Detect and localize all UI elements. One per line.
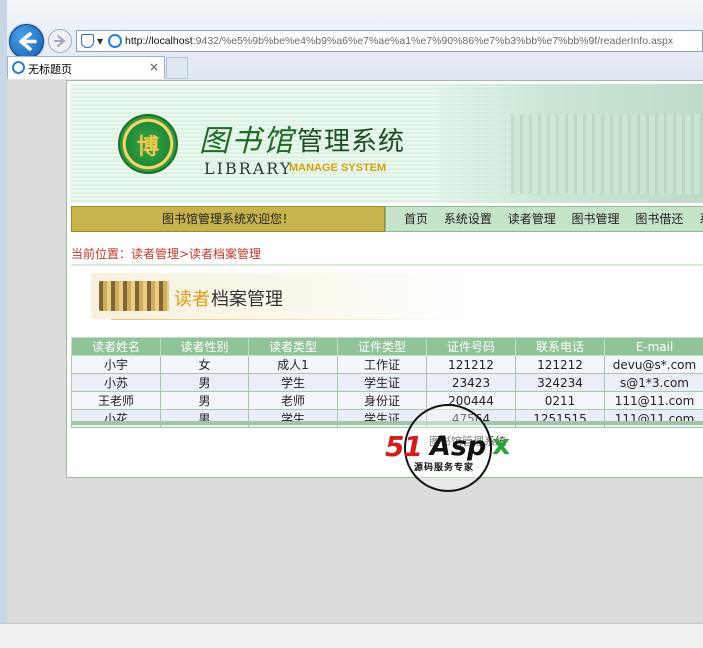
- watermark-51: 51: [385, 430, 422, 463]
- section-underline: [111, 319, 461, 320]
- menu-item-system[interactable]: 系统: [699, 207, 703, 231]
- library-seal-logo: 博: [118, 114, 178, 174]
- cell-gender: 男: [161, 392, 249, 410]
- cell-name: 小苏: [72, 374, 161, 392]
- cell-gender: 女: [161, 356, 249, 374]
- cell-id-type: 工作证: [338, 356, 427, 374]
- section-header: 读者 档案管理: [91, 273, 471, 319]
- chevron-down-icon[interactable]: ▼: [97, 37, 103, 46]
- cell-id-number: 23423: [427, 374, 516, 392]
- close-icon[interactable]: ×: [149, 60, 159, 74]
- status-bar: [0, 623, 703, 648]
- url-text[interactable]: http://localhost:9432/%e5%9b%be%e4%b9%a6…: [125, 35, 673, 47]
- menu-item-readers[interactable]: 读者管理: [508, 207, 556, 231]
- cell-phone: 324234: [516, 374, 605, 392]
- cell-type: 成人1: [249, 356, 338, 374]
- ie-tab-icon: [12, 61, 25, 74]
- section-title-highlight: 读者: [174, 285, 210, 311]
- table-row[interactable]: 王老师 男 老师 身份证 200444 0211 111@11.com: [72, 392, 703, 410]
- col-header-name: 读者姓名: [72, 338, 161, 356]
- col-header-gender: 读者性别: [161, 338, 249, 356]
- cell-email: 111@11.com: [605, 392, 703, 410]
- cell-phone: 121212: [516, 356, 605, 374]
- cell-type: 老师: [249, 392, 338, 410]
- menu-item-home[interactable]: 首页: [404, 207, 428, 231]
- nav-bar: 图书馆管理系统欢迎您！ 首页 系统设置 读者管理 图书管理 图书借还 系统: [71, 206, 703, 232]
- menu-item-books[interactable]: 图书管理: [572, 207, 620, 231]
- welcome-text: 图书馆管理系统欢迎您！: [71, 206, 385, 232]
- table-row[interactable]: 小苏 男 学生 学生证 23423 324234 s@1*3.com: [72, 374, 703, 392]
- web-page: 博 图书馆 管理系统 LIBRARY MANAGE SYSTEM 图书馆管理系统…: [66, 80, 703, 478]
- col-header-id-number: 证件号码: [427, 338, 516, 356]
- books-icon: [99, 281, 169, 311]
- cell-email: s@1*3.com: [605, 374, 703, 392]
- divider: [71, 264, 703, 266]
- arrow-left-icon: [10, 25, 43, 58]
- cell-email: devu@s*.com: [605, 356, 703, 374]
- cell-phone: 0211: [516, 392, 605, 410]
- table-row[interactable]: 小宇 女 成人1 工作证 121212 121212 devu@s*.com: [72, 356, 703, 374]
- cell-gender: 男: [161, 374, 249, 392]
- banner-subtitle-library: LIBRARY: [204, 159, 292, 178]
- banner-subtitle-manage: MANAGE SYSTEM: [289, 162, 386, 174]
- cell-id-number: 121212: [427, 356, 516, 374]
- forward-button[interactable]: [48, 29, 72, 53]
- breadcrumb: 当前位置：读者管理>读者档案管理: [71, 245, 261, 262]
- table-footer-bar: [71, 421, 703, 425]
- cell-type: 学生: [249, 374, 338, 392]
- reader-table: 读者姓名 读者性别 读者类型 证件类型 证件号码 联系电话 E-mail 小宇 …: [71, 337, 703, 428]
- cell-name: 王老师: [72, 392, 161, 410]
- watermark-x: x: [492, 428, 510, 461]
- menu-item-settings[interactable]: 系统设置: [444, 207, 492, 231]
- cell-id-type: 学生证: [338, 374, 427, 392]
- watermark-subtitle: 源码服务专家: [414, 460, 474, 473]
- arrow-right-icon: [49, 30, 71, 52]
- building-facade: [511, 114, 703, 194]
- new-tab-button[interactable]: [166, 57, 188, 79]
- col-header-email: E-mail: [605, 338, 703, 356]
- tab-title: 无标题页: [28, 61, 72, 77]
- col-header-type: 读者类型: [249, 338, 338, 356]
- banner-title-art: 图书馆: [199, 116, 295, 160]
- address-bar[interactable]: ▼ http://localhost:9432/%e5%9b%be%e4%b9%…: [76, 30, 703, 52]
- shield-icon[interactable]: [81, 34, 94, 48]
- browser-tab[interactable]: 无标题页 ×: [7, 56, 165, 79]
- window-frame: [0, 0, 7, 647]
- ie-page-icon: [108, 34, 122, 48]
- header-banner: 博 图书馆 管理系统 LIBRARY MANAGE SYSTEM: [71, 84, 703, 203]
- main-menu: 首页 系统设置 读者管理 图书管理 图书借还 系统: [385, 206, 703, 232]
- watermark-aspx: Asp: [430, 431, 486, 462]
- col-header-id-type: 证件类型: [338, 338, 427, 356]
- section-title: 档案管理: [211, 285, 283, 311]
- cell-name: 小宇: [72, 356, 161, 374]
- banner-title: 管理系统: [297, 121, 405, 158]
- back-button[interactable]: [9, 24, 44, 59]
- table-header-row: 读者姓名 读者性别 读者类型 证件类型 证件号码 联系电话 E-mail: [72, 338, 703, 356]
- menu-item-borrow[interactable]: 图书借还: [635, 207, 683, 231]
- col-header-phone: 联系电话: [516, 338, 605, 356]
- cell-id-type: 身份证: [338, 392, 427, 410]
